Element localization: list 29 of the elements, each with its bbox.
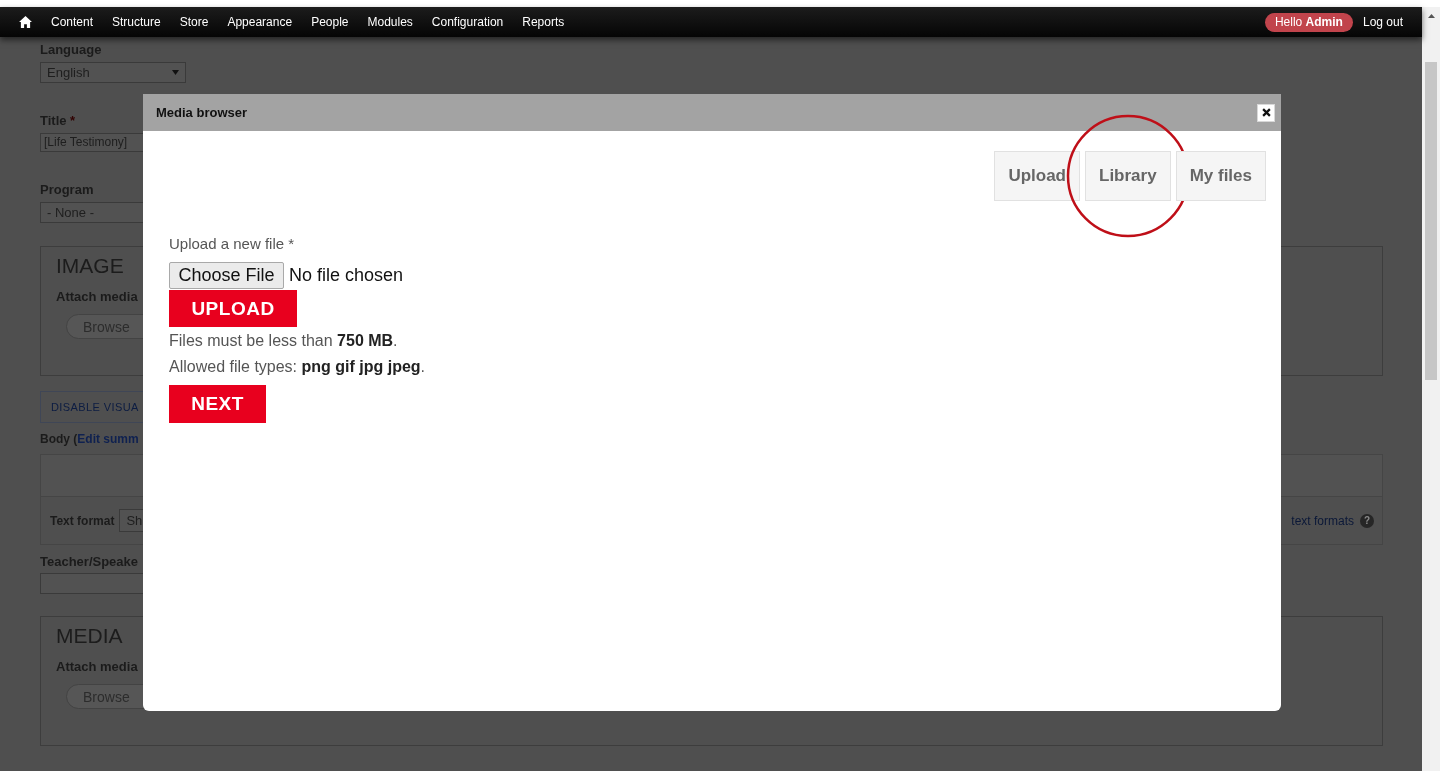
scrollbar[interactable] <box>1422 7 1440 771</box>
toolbar-menu-item[interactable]: Store <box>179 15 209 29</box>
toolbar-menu-item[interactable]: Configuration <box>431 15 504 29</box>
toolbar-menu-item[interactable]: Content <box>51 15 94 29</box>
home-icon[interactable] <box>19 16 32 28</box>
choose-file-button[interactable]: Choose File <box>169 262 284 289</box>
upload-button[interactable]: UPLOAD <box>169 290 297 327</box>
toolbar-menu-item[interactable]: Reports <box>522 15 565 29</box>
file-status-text: No file chosen <box>289 265 404 286</box>
toolbar-menu-item[interactable]: Modules <box>367 15 413 29</box>
scroll-up-arrow-icon[interactable] <box>1427 14 1435 18</box>
size-limit-note: Files must be less than 750 MB. <box>169 331 398 351</box>
scrollbar-thumb[interactable] <box>1425 62 1437 380</box>
field-label: Upload a new file * <box>169 234 295 254</box>
user-greeting-link[interactable]: Hello Admin <box>1264 12 1353 32</box>
tab[interactable]: Upload <box>994 151 1080 201</box>
close-button[interactable] <box>1257 103 1275 122</box>
toolbar-menu-item[interactable]: People <box>311 15 349 29</box>
toolbar-menu-item[interactable]: Structure <box>112 15 161 29</box>
file-types-note: Allowed file types: png gif jpg jpeg. <box>169 357 426 377</box>
dialog-title: Media browser <box>156 105 248 120</box>
help-icon[interactable]: ? <box>1360 513 1374 528</box>
tab[interactable]: My files <box>1175 151 1266 201</box>
tab[interactable]: Library <box>1085 151 1171 201</box>
caret-icon <box>172 70 179 75</box>
close-icon <box>1261 108 1271 117</box>
next-button[interactable]: NEXT <box>169 385 266 423</box>
toolbar-menu-item[interactable]: Appearance <box>227 15 293 29</box>
logout-link[interactable]: Log out <box>1362 15 1403 29</box>
